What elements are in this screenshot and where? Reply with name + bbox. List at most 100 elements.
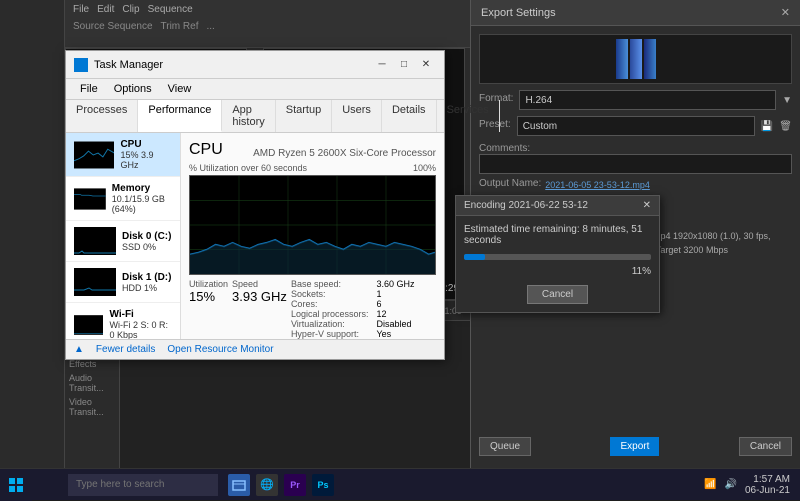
cpu-sidebar-name: CPU (120, 139, 172, 150)
cpu-detail-title: CPU (189, 141, 223, 159)
preset-save-icon[interactable]: 💾 (761, 121, 773, 132)
taskbar-icon-explorer[interactable] (228, 474, 250, 496)
tab-services[interactable]: Services (437, 100, 500, 132)
menu-file[interactable]: File (72, 81, 106, 97)
encoding-dialog-content: Estimated time remaining: 8 minutes, 51 … (456, 216, 659, 312)
explorer-icon (232, 478, 246, 492)
queue-button[interactable]: Queue (479, 437, 531, 456)
utilization-max-label: 100% (413, 163, 436, 173)
premiere-tool-source: Source Sequence (73, 21, 153, 32)
sidebar-item-memory[interactable]: Memory 10.1/15.9 GB (64%) (66, 177, 180, 221)
chrome-icon: 🌐 (260, 478, 274, 491)
virtualization-label: Virtualization: (291, 319, 369, 329)
wifi-sidebar-name: Wi-Fi (109, 309, 172, 320)
comments-row: Comments: (479, 142, 792, 174)
taskbar-search-input[interactable] (68, 474, 218, 496)
premiere-menu-sequence[interactable]: Sequence (148, 4, 193, 15)
output-name-label: Output Name: (479, 178, 541, 189)
tab-startup[interactable]: Startup (276, 100, 332, 132)
encoding-dialog-title: Encoding 2021-06-22 53-12 (464, 200, 588, 211)
start-button[interactable] (0, 469, 32, 501)
encoding-percent: 11% (464, 266, 651, 277)
taskbar-volume-icon: 🔊 (725, 479, 737, 490)
premiere-menu-clip[interactable]: Clip (122, 4, 139, 15)
disk1-sidebar-val: HDD 1% (122, 283, 171, 293)
close-button[interactable]: ✕ (416, 56, 436, 74)
output-name-value[interactable]: 2021-06-05 23-53-12.mp4 (545, 180, 650, 190)
windows-logo-icon (8, 477, 24, 493)
comments-label: Comments: (479, 143, 530, 154)
taskbar-icon-chrome[interactable]: 🌐 (256, 474, 278, 496)
video-trans-label: Video Transit... (65, 395, 119, 419)
disk1-sidebar-text: Disk 1 (D:) HDD 1% (122, 272, 171, 293)
video-preview-strip (479, 34, 792, 84)
sockets-label: Sockets: (291, 289, 369, 299)
fewer-details-link[interactable]: Fewer details (96, 344, 155, 355)
memory-sidebar-name: Memory (112, 183, 172, 194)
base-speed-val: 3.60 GHz (376, 279, 414, 289)
comments-input[interactable] (479, 154, 792, 174)
export-button[interactable]: Export (610, 437, 659, 456)
virtualization-val: Disabled (376, 319, 414, 329)
memory-mini-chart (74, 185, 106, 213)
wifi-sidebar-text: Wi-Fi Wi-Fi 2 S: 0 R: 0 Kbps (109, 309, 172, 339)
disk1-mini-chart (74, 268, 116, 296)
export-settings-close-icon[interactable]: ✕ (781, 6, 790, 19)
format-dropdown-icon[interactable]: ▼ (782, 95, 792, 106)
taskbar-icon-photoshop[interactable]: Ps (312, 474, 334, 496)
task-manager-window: Task Manager ─ □ ✕ File Options View Pro… (65, 50, 445, 360)
taskbar-icon-premiere[interactable]: Pr (284, 474, 306, 496)
cpu-detail-panel: CPU AMD Ryzen 5 2600X Six-Core Processor… (181, 133, 444, 339)
output-name-row: Output Name: 2021-06-05 23-53-12.mp4 (479, 178, 792, 192)
preset-row: Preset: 💾 🗑 (479, 116, 792, 136)
premiere-menu-edit[interactable]: Edit (97, 4, 114, 15)
open-resource-monitor-link[interactable]: Open Resource Monitor (167, 344, 273, 355)
sidebar-item-disk1[interactable]: Disk 1 (D:) HDD 1% (66, 262, 180, 303)
task-manager-titlebar: Task Manager ─ □ ✕ (66, 51, 444, 79)
sidebar-item-cpu[interactable]: CPU 15% 3.9 GHz (66, 133, 180, 177)
task-manager-content: CPU 15% 3.9 GHz Memory 10.1/15.9 GB (64%… (66, 133, 444, 339)
tab-app-history[interactable]: App history (222, 100, 275, 132)
preset-input[interactable] (517, 116, 755, 136)
preview-bar-2 (630, 39, 642, 79)
sidebar-item-disk0[interactable]: Disk 0 (C:) SSD 0% (66, 221, 180, 262)
wifi-mini-chart (74, 311, 103, 339)
cpu-stats-row: Utilization 15% Speed 3.93 GHz Base spee… (189, 279, 436, 339)
sockets-val: 1 (376, 289, 414, 299)
tab-details[interactable]: Details (382, 100, 437, 132)
encoding-cancel-button[interactable]: Cancel (527, 285, 588, 304)
memory-sidebar-text: Memory 10.1/15.9 GB (64%) (112, 183, 172, 214)
base-speed-info: Base speed: Sockets: Cores: Logical proc… (291, 279, 369, 339)
maximize-button[interactable]: □ (394, 56, 414, 74)
format-input[interactable] (519, 90, 776, 110)
preset-delete-icon[interactable]: 🗑 (779, 121, 792, 132)
logical-proc-label: Logical processors: (291, 309, 369, 319)
minimize-button[interactable]: ─ (372, 56, 392, 74)
menu-view[interactable]: View (160, 81, 200, 97)
sidebar-item-wifi[interactable]: Wi-Fi Wi-Fi 2 S: 0 R: 0 Kbps (66, 303, 180, 339)
hyperv-val: Yes (376, 329, 414, 339)
hyperv-label: Hyper-V support: (291, 329, 369, 339)
encoding-dialog-titlebar: Encoding 2021-06-22 53-12 ✕ (456, 196, 659, 216)
utilization-label-row: % Utilization over 60 seconds 100% (189, 163, 436, 173)
audio-trans-label: Audio Transit... (65, 371, 119, 395)
bottom-buttons-row: Queue Export Cancel (471, 433, 800, 460)
premiere-left-panel (0, 0, 65, 500)
utilization-stat-label: Utilization (189, 279, 228, 289)
task-manager-tabs: Processes Performance App history Startu… (66, 100, 444, 133)
premiere-menu-file[interactable]: File (73, 4, 89, 15)
encoding-close-icon[interactable]: ✕ (643, 200, 651, 211)
tab-performance[interactable]: Performance (138, 100, 222, 132)
cpu-chart-container (189, 175, 436, 275)
cores-label: Cores: (291, 299, 369, 309)
cpu-sidebar-text: CPU 15% 3.9 GHz (120, 139, 172, 170)
task-manager-icon (74, 58, 88, 72)
taskbar-app-icons: 🌐 Pr Ps (228, 474, 334, 496)
menu-options[interactable]: Options (106, 81, 160, 97)
wifi-sidebar-val: Wi-Fi 2 S: 0 R: 0 Kbps (109, 320, 172, 339)
tab-users[interactable]: Users (332, 100, 382, 132)
export-settings-titlebar: Export Settings ✕ (471, 0, 800, 26)
tab-processes[interactable]: Processes (66, 100, 138, 132)
encoding-progress-fill (464, 254, 485, 260)
cancel-export-button[interactable]: Cancel (739, 437, 792, 456)
